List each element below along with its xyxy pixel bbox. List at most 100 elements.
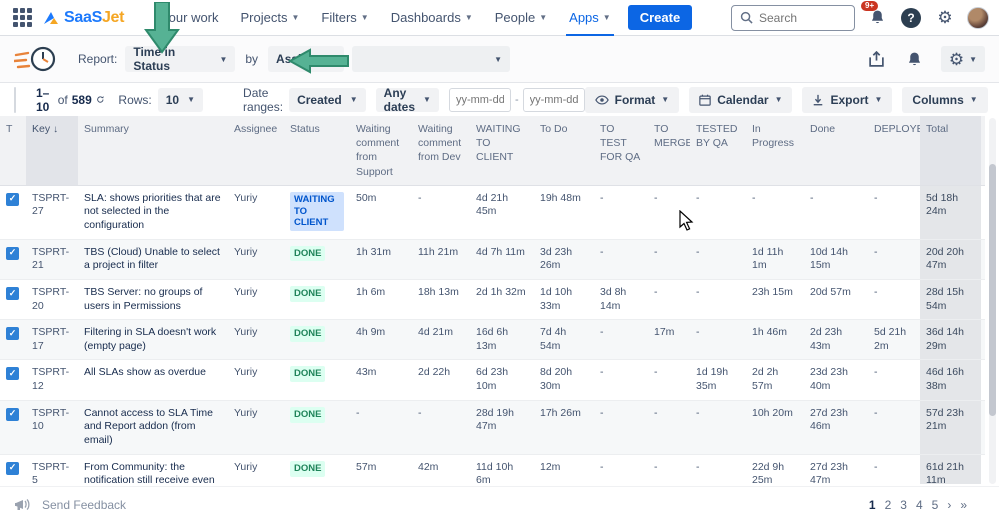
help-button[interactable]: ? [899,6,923,30]
format-label: Format [614,92,656,107]
column-header-t[interactable]: T [0,116,26,185]
column-header-waiting-comment-from-support[interactable]: Waiting comment from Support [350,116,412,185]
column-header-summary[interactable]: Summary [78,116,228,185]
date-field-select[interactable]: Created ▼ [289,87,366,112]
table-row[interactable]: ✓ TSPRT-12 All SLAs show as overdue Yuriy DO… [0,360,985,401]
column-header-assignee[interactable]: Assignee [228,116,284,185]
time-cell: 4d 21m [418,326,454,339]
column-header-tested-by-qa[interactable]: TESTED BY QA [690,116,746,185]
issue-summary-cell[interactable]: Filtering in SLA doesn't work (empty pag… [78,320,228,359]
share-button[interactable] [865,47,889,71]
column-header-label: Waiting comment from Dev [418,123,462,164]
page-3[interactable]: 3 [900,498,907,512]
time-cell: 17m [654,326,675,339]
column-header-key[interactable]: Key ↓ [26,116,78,185]
column-header-deployed[interactable]: DEPLOYED [868,116,920,185]
page-5[interactable]: 5 [932,498,939,512]
filter-select[interactable]: ▼ [352,46,511,72]
refresh-icon[interactable] [96,93,105,106]
date-range-select[interactable]: Any dates ▼ [375,86,439,114]
nav-item-dashboards[interactable]: Dashboards ▼ [382,0,482,36]
issue-summary-cell[interactable]: All SLAs show as overdue [78,360,228,399]
status-cell: DONE [284,320,350,359]
grid-view-button[interactable] [15,88,16,112]
nav-item-filters[interactable]: Filters ▼ [312,0,377,36]
issue-key-cell[interactable]: TSPRT-12 [26,360,78,399]
page-4[interactable]: 4 [916,498,923,512]
send-feedback-button[interactable]: Send Feedback [14,497,126,513]
nav-item-people[interactable]: People ▼ [486,0,556,36]
user-avatar[interactable] [967,6,989,29]
last-page-button[interactable]: » [960,498,967,512]
table-row[interactable]: ✓ TSPRT-17 Filtering in SLA doesn't work (… [0,320,985,361]
table-row[interactable]: ✓ TSPRT-27 SLA: shows priorities that are … [0,185,985,240]
create-button[interactable]: Create [627,5,693,30]
format-button[interactable]: Format ▼ [584,86,680,113]
notifications-button[interactable]: 9+ [861,0,889,30]
table-row[interactable]: ✓ TSPRT-21 TBS (Cloud) Unable to select a … [0,239,985,280]
time-cell: 2d 1h 32m [476,285,526,298]
nav-item-your-work[interactable]: Your work [152,0,227,36]
calendar-icon [699,94,711,106]
settings-button[interactable]: ⚙ [933,6,957,30]
page-2[interactable]: 2 [885,498,892,512]
column-header-to-do[interactable]: To Do [534,116,594,185]
time-cell: - [600,366,604,379]
time-cell: 57m [356,460,377,473]
nav-item-projects[interactable]: Projects ▼ [232,0,309,36]
issue-key-cell[interactable]: TSPRT-10 [26,401,78,454]
report-settings-button[interactable]: ⚙ ▼ [940,46,985,72]
search-box[interactable] [731,4,855,31]
column-header-total[interactable]: Total [920,116,981,185]
table-row[interactable]: ✓ TSPRT-20 TBS Server: no groups of users … [0,279,985,321]
date-to-input[interactable] [522,87,585,112]
time-cell: 2d 22h [418,366,451,379]
scrollbar-thumb[interactable] [989,164,996,416]
time-cell: 2d 2h 57m [752,366,779,393]
issue-key-cell[interactable]: TSPRT-20 [26,280,78,319]
issue-summary-cell[interactable]: SLA: shows priorities that are not selec… [78,186,228,239]
next-page-button[interactable]: › [947,498,951,512]
group-by-select[interactable]: Assignee ▼ [268,46,345,72]
rows-per-page-select[interactable]: 10 ▼ [157,87,204,112]
notification-badge: 9+ [861,0,879,12]
table-row[interactable]: ✓ TSPRT-10 Cannot access to SLA Time and R… [0,400,985,455]
time-cell: 4h 9m [356,326,386,339]
column-header-done[interactable]: Done [804,116,868,185]
column-header-in-progress[interactable]: In Progress [746,116,804,185]
issue-summary-cell[interactable]: TBS (Cloud) Unable to select a project i… [78,240,228,279]
column-header-to-test-for-qa[interactable]: TO TEST FOR QA [594,116,648,185]
issue-summary-cell[interactable]: TBS Server: no groups of users in Permis… [78,280,228,319]
column-header-waiting-comment-from-dev[interactable]: Waiting comment from Dev [412,116,470,185]
table-row[interactable]: ✓ TSPRT-5 From Community: the notification… [0,454,985,484]
page-1[interactable]: 1 [869,498,876,512]
column-header-waiting-to-client[interactable]: WAITING TO CLIENT [470,116,534,185]
issue-summary-cell[interactable]: From Community: the notification still r… [78,455,228,484]
export-button[interactable]: Export ▼ [802,86,893,113]
issue-key-cell[interactable]: TSPRT-27 [26,186,78,239]
issue-key-cell[interactable]: TSPRT-5 [26,455,78,484]
app-switcher-icon[interactable] [10,6,34,30]
saasjet-logo[interactable]: SaaSJet [42,9,124,27]
task-icon: ✓ [6,246,19,260]
date-from-input[interactable] [448,87,511,112]
issue-summary-cell[interactable]: Cannot access to SLA Time and Report add… [78,401,228,454]
column-header-status[interactable]: Status [284,116,350,185]
vertical-scrollbar[interactable] [989,118,996,484]
time-cell: - [654,245,658,258]
column-header-to-merge[interactable]: TO MERGE [648,116,690,185]
send-feedback-label: Send Feedback [42,497,127,512]
column-header-label: Done [810,123,836,135]
column-header-label: TO MERGE [654,123,690,150]
report-type-select[interactable]: Time in Status ▼ [125,45,236,73]
time-cell: 50m [356,191,377,204]
report-notifications-button[interactable] [903,47,927,71]
issue-key-cell[interactable]: TSPRT-21 [26,240,78,279]
issue-type-cell: ✓ [0,280,26,319]
issue-key-cell[interactable]: TSPRT-17 [26,320,78,359]
calendar-button[interactable]: Calendar ▼ [689,86,793,113]
time-cell: - [874,460,878,473]
nav-item-apps[interactable]: Apps ▼ [560,0,620,36]
search-input[interactable] [759,10,839,25]
columns-button[interactable]: Columns ▼ [902,86,988,113]
